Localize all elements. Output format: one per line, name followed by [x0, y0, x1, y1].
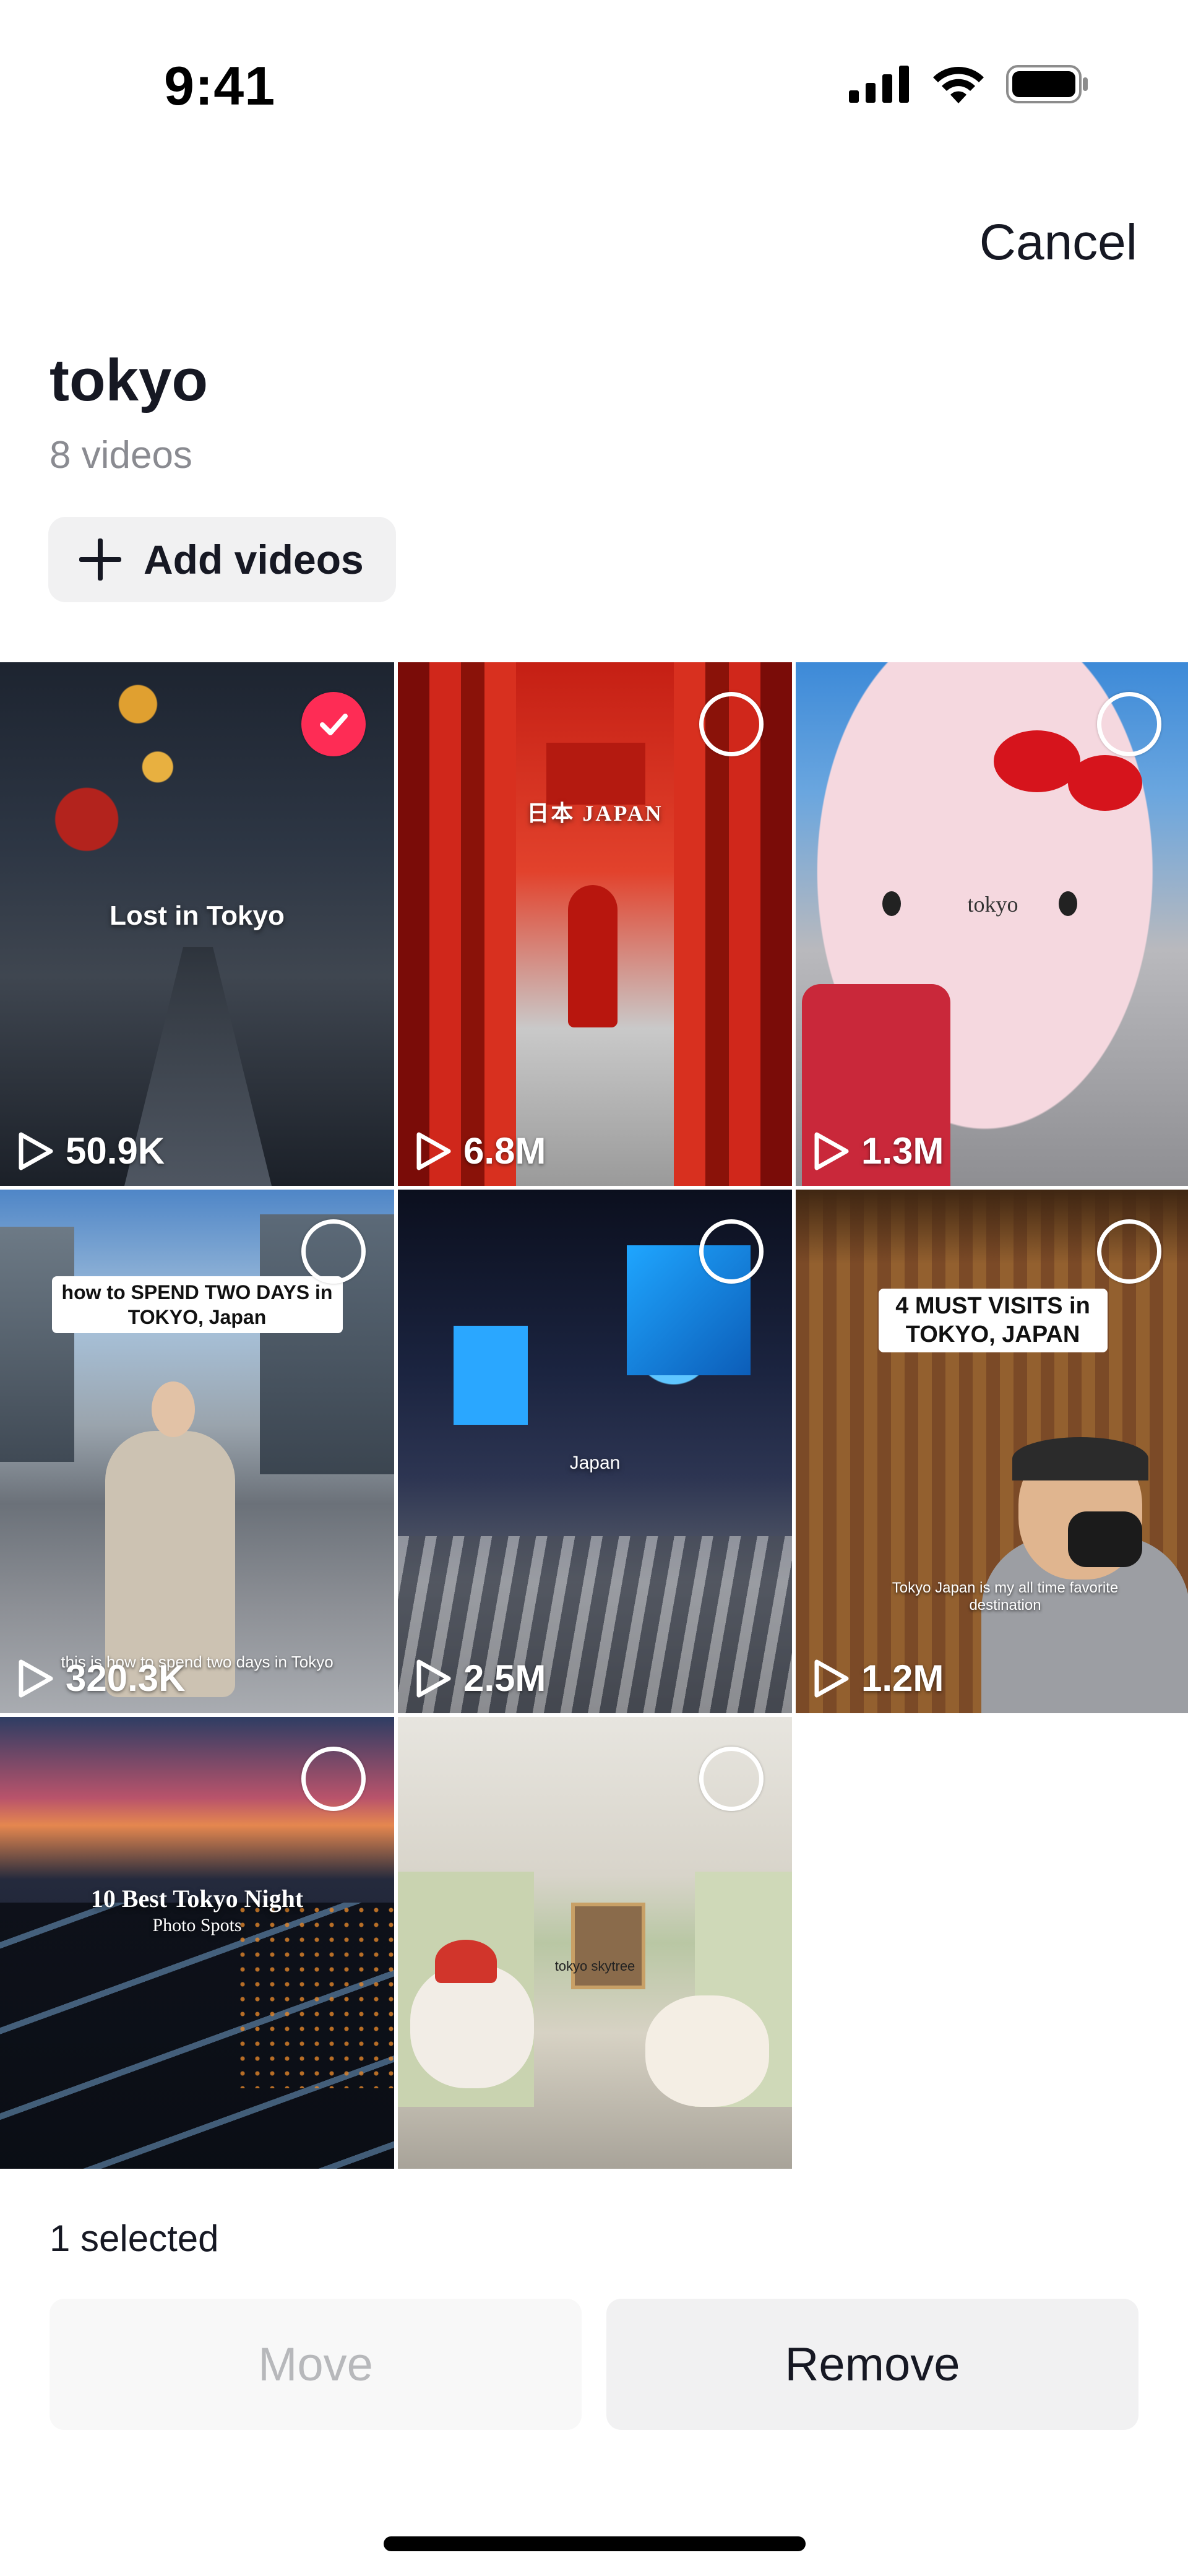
view-count: 2.5M	[414, 1657, 546, 1700]
view-count-label: 2.5M	[463, 1658, 546, 1699]
video-caption: 日本 JAPAN	[527, 801, 663, 826]
selected-count: 1 selected	[50, 2218, 219, 2259]
video-tile[interactable]: 日本 JAPAN 6.8M	[398, 662, 792, 1186]
view-count-label: 1.2M	[861, 1658, 944, 1699]
video-subcaption: Tokyo Japan is my all time favorite dest…	[892, 1580, 1119, 1614]
video-tile[interactable]: Japan 2.5M	[398, 1190, 792, 1713]
plus-icon	[79, 538, 121, 581]
view-count-label: 320.3K	[66, 1658, 186, 1699]
video-tile[interactable]: 4 MUST VISITS in TOKYO, JAPAN Tokyo Japa…	[796, 1190, 1188, 1713]
view-count: 1.3M	[812, 1130, 944, 1172]
selected-check-icon[interactable]	[301, 692, 366, 756]
signal-icon	[849, 66, 909, 103]
add-videos-label: Add videos	[144, 537, 364, 582]
view-count: 50.9K	[16, 1130, 165, 1172]
select-circle-icon[interactable]	[1097, 1219, 1161, 1284]
cancel-button[interactable]: Cancel	[979, 214, 1137, 272]
view-count-label: 1.3M	[861, 1130, 944, 1172]
video-tile[interactable]: 10 Best Tokyo Night Photo Spots	[0, 1717, 394, 2169]
video-count: 8 videos	[50, 434, 192, 477]
video-tile[interactable]: tokyo 1.3M	[796, 662, 1188, 1186]
view-count-label: 50.9K	[66, 1130, 165, 1172]
add-videos-button[interactable]: Add videos	[48, 517, 396, 602]
view-count-label: 6.8M	[463, 1130, 546, 1172]
play-icon	[814, 1132, 849, 1170]
view-count: 1.2M	[812, 1657, 944, 1700]
play-icon	[416, 1132, 451, 1170]
play-icon	[416, 1659, 451, 1697]
view-count: 6.8M	[414, 1130, 546, 1172]
remove-button[interactable]: Remove	[606, 2299, 1138, 2430]
play-icon	[814, 1659, 849, 1697]
select-circle-icon[interactable]	[301, 1747, 366, 1811]
video-caption: tokyo skytree	[554, 1958, 635, 1974]
video-caption: 4 MUST VISITS in TOKYO, JAPAN	[878, 1289, 1108, 1353]
video-tile[interactable]: Lost in Tokyo 50.9K	[0, 662, 394, 1186]
select-circle-icon[interactable]	[301, 1219, 366, 1284]
play-icon	[19, 1659, 53, 1697]
status-icons	[849, 65, 1089, 103]
video-subcaption: Photo Spots	[152, 1915, 242, 1935]
status-bar: 9:41	[0, 0, 1188, 173]
select-circle-icon[interactable]	[699, 1219, 764, 1284]
video-caption: tokyo	[967, 892, 1018, 917]
collection-title: tokyo	[50, 347, 209, 413]
wifi-icon	[933, 67, 984, 103]
select-circle-icon[interactable]	[1097, 692, 1161, 756]
battery-icon	[1006, 65, 1088, 103]
video-tile[interactable]: tokyo skytree	[398, 1717, 792, 2169]
view-count: 320.3K	[16, 1657, 185, 1700]
select-circle-icon[interactable]	[699, 692, 764, 756]
select-circle-icon[interactable]	[699, 1747, 764, 1811]
video-caption: Japan	[569, 1453, 621, 1473]
home-indicator	[384, 2536, 806, 2551]
play-icon	[19, 1132, 53, 1170]
video-tile[interactable]: how to SPEND TWO DAYS in TOKYO, Japan th…	[0, 1190, 394, 1713]
status-time: 9:41	[164, 55, 276, 116]
video-caption: 10 Best Tokyo Night	[90, 1885, 304, 1913]
move-button[interactable]: Move	[50, 2299, 582, 2430]
video-caption: how to SPEND TWO DAYS in TOKYO, Japan	[51, 1276, 343, 1333]
video-caption: Lost in Tokyo	[110, 901, 285, 931]
